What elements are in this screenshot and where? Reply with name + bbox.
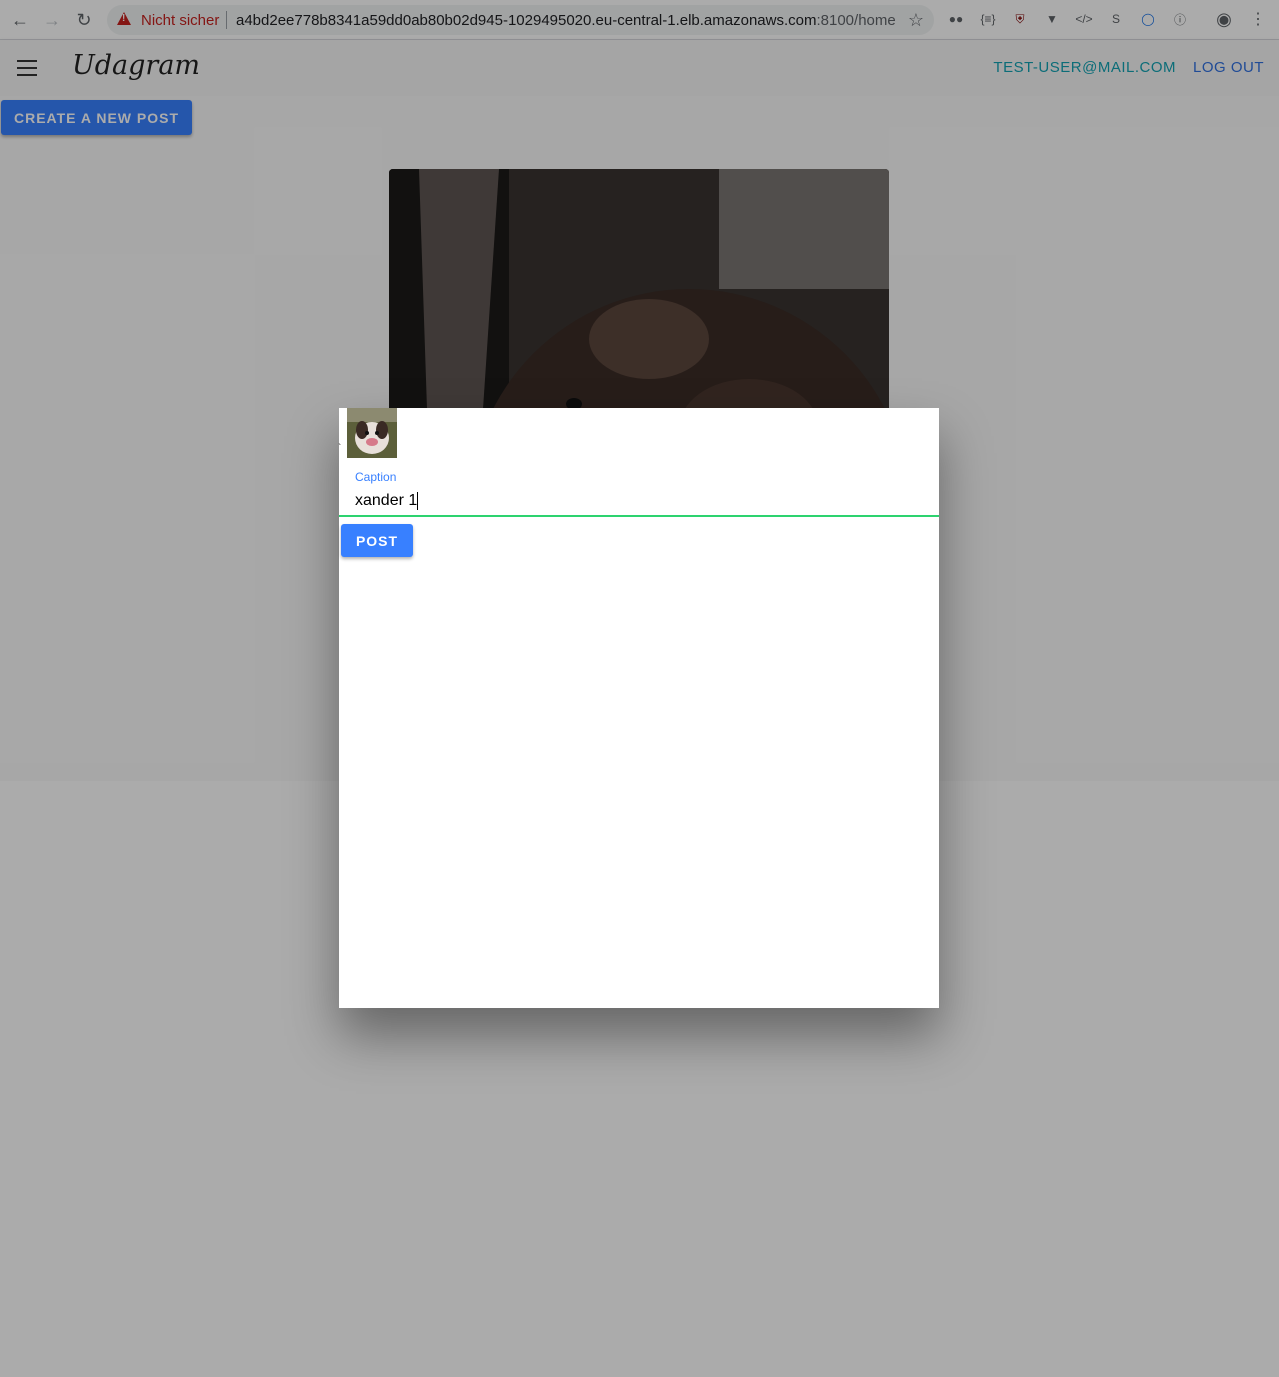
image-preview-thumbnail <box>347 408 397 458</box>
caption-input-underline <box>339 515 939 517</box>
stray-mark: ` <box>338 443 342 454</box>
caption-label: Caption <box>355 470 397 484</box>
text-caret <box>417 492 418 510</box>
create-post-modal: ` Caption POST <box>338 408 939 1008</box>
post-button[interactable]: POST <box>341 524 413 557</box>
caption-input[interactable] <box>339 488 939 514</box>
